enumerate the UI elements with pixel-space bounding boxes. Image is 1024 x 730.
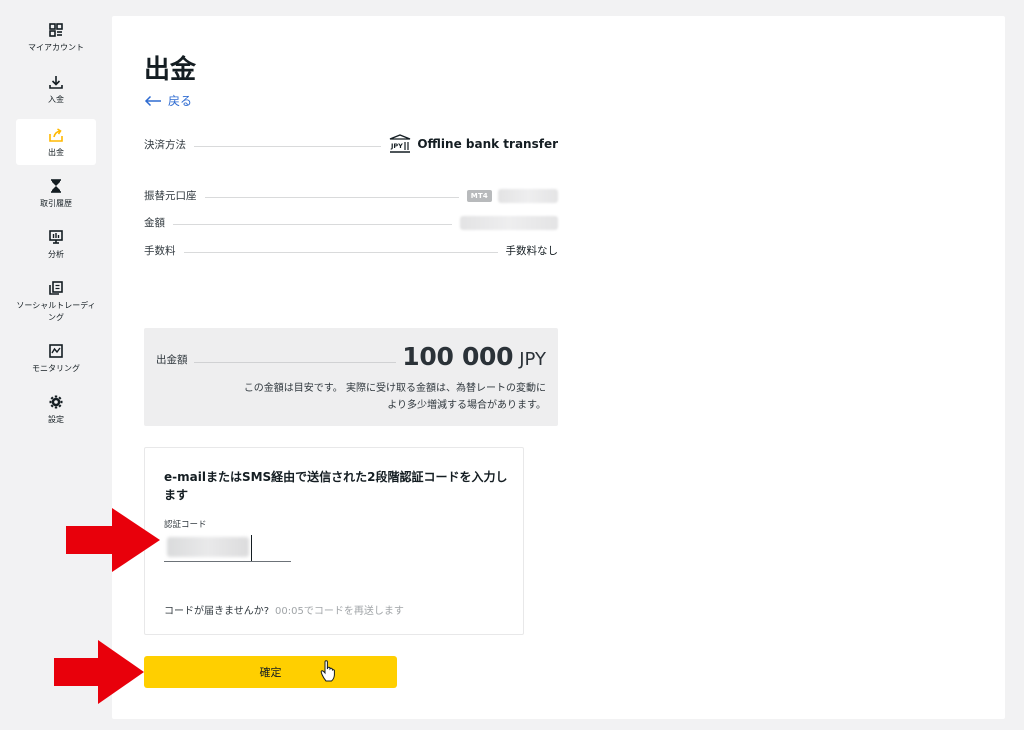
- code-field-label: 認証コード: [164, 520, 207, 530]
- monitor-icon: [49, 344, 63, 358]
- red-arrow-icon: [66, 508, 160, 572]
- sidebar-item-deposit[interactable]: 入金: [16, 66, 96, 112]
- svg-text:JPY: JPY: [390, 142, 403, 150]
- red-arrow-icon: [54, 640, 144, 704]
- leader-line: [183, 252, 498, 253]
- sidebar-item-history[interactable]: 取引履歴: [16, 170, 96, 216]
- sidebar-item-label: モニタリング: [32, 364, 80, 373]
- sidebar-item-label: マイアカウント: [28, 43, 84, 52]
- sidebar-item-label: ソーシャルトレーディング: [16, 301, 96, 322]
- gear-icon: [49, 395, 63, 409]
- hand-cursor-icon: [320, 660, 335, 682]
- sidebar-item-label: 出金: [48, 148, 64, 157]
- sidebar-item-withdrawal[interactable]: 出金: [16, 119, 96, 165]
- hourglass-icon: [51, 179, 61, 193]
- fee-value: 手数料なし: [505, 245, 559, 257]
- bank-icon: JPY: [390, 134, 411, 153]
- sidebar-item-label: 分析: [48, 250, 64, 259]
- exchange-rate-note: この金額は目安です。 実際に受け取る金額は、為替レートの変動に より多少増減する…: [243, 383, 546, 411]
- leader-line: [204, 197, 459, 198]
- sidebar-item-monitoring[interactable]: モニタリング: [16, 335, 96, 381]
- copy-icon: [49, 281, 63, 295]
- two-factor-instruction: e-mailまたはSMS経由で送信された2段階認証コードを入力します: [164, 470, 508, 502]
- download-icon: [49, 76, 63, 89]
- withdrawal-panel: 出金 戻る 決済方法 JPY Offline bank transfer 振替元…: [112, 16, 1005, 719]
- amount-value-redacted: [460, 215, 558, 230]
- confirm-button[interactable]: 確定: [144, 656, 397, 688]
- sidebar-item-social-trading[interactable]: ソーシャルトレーディング: [14, 272, 98, 330]
- withdrawal-summary: 出金額 100 000 JPY この金額は目安です。 実際に受け取る金額は、為替…: [144, 328, 558, 426]
- leader-line: [193, 362, 397, 363]
- platform-badge: MT4: [466, 189, 492, 202]
- leader-line: [173, 224, 452, 225]
- fee-label: 手数料: [144, 245, 176, 257]
- amount-row: 金額: [144, 215, 558, 230]
- sidebar-item-settings[interactable]: 設定: [16, 386, 96, 432]
- back-link[interactable]: 戻る: [144, 92, 192, 109]
- withdrawal-currency: JPY: [519, 349, 546, 370]
- code-value-redacted: [167, 537, 249, 557]
- arrow-left-icon: [144, 95, 161, 106]
- source-account-label: 振替元口座: [144, 190, 197, 202]
- two-factor-card: e-mailまたはSMS経由で送信された2段階認証コードを入力します 認証コード…: [144, 447, 524, 635]
- back-label: 戻る: [168, 94, 193, 108]
- account-number-redacted: [498, 188, 558, 203]
- resend-timer[interactable]: 00:05でコードを再送します: [275, 602, 404, 617]
- withdrawal-amount: 100 000: [402, 342, 514, 371]
- page-title: 出金: [144, 55, 197, 85]
- text-caret: [251, 535, 252, 561]
- sidebar-item-label: 入金: [48, 95, 64, 104]
- fee-row: 手数料 手数料なし: [144, 243, 558, 258]
- source-account-row: 振替元口座 MT4: [144, 188, 558, 203]
- sidebar-item-analytics[interactable]: 分析: [16, 221, 96, 267]
- payment-method-value: Offline bank transfer: [417, 137, 558, 151]
- leader-line: [194, 145, 382, 147]
- sidebar: マイアカウント 入金 出金 取引履歴 分析 ソーシャルトレーディング モニタリン…: [0, 0, 112, 730]
- sidebar-item-label: 取引履歴: [40, 199, 72, 208]
- payment-method-row: 決済方法 JPY Offline bank transfer: [144, 134, 558, 154]
- resend-row: コードが届きませんか? 00:05でコードを再送します: [164, 602, 404, 617]
- upload-icon: [49, 128, 63, 142]
- withdrawal-amount-label: 出金額: [156, 354, 188, 366]
- payment-method-label: 決済方法: [144, 138, 186, 151]
- resend-question: コードが届きませんか?: [164, 606, 270, 617]
- grid-icon: [49, 23, 63, 37]
- amount-label: 金額: [144, 217, 165, 229]
- sidebar-item-my-account[interactable]: マイアカウント: [16, 14, 96, 62]
- sidebar-item-label: 設定: [48, 415, 64, 424]
- analytics-icon: [49, 230, 63, 244]
